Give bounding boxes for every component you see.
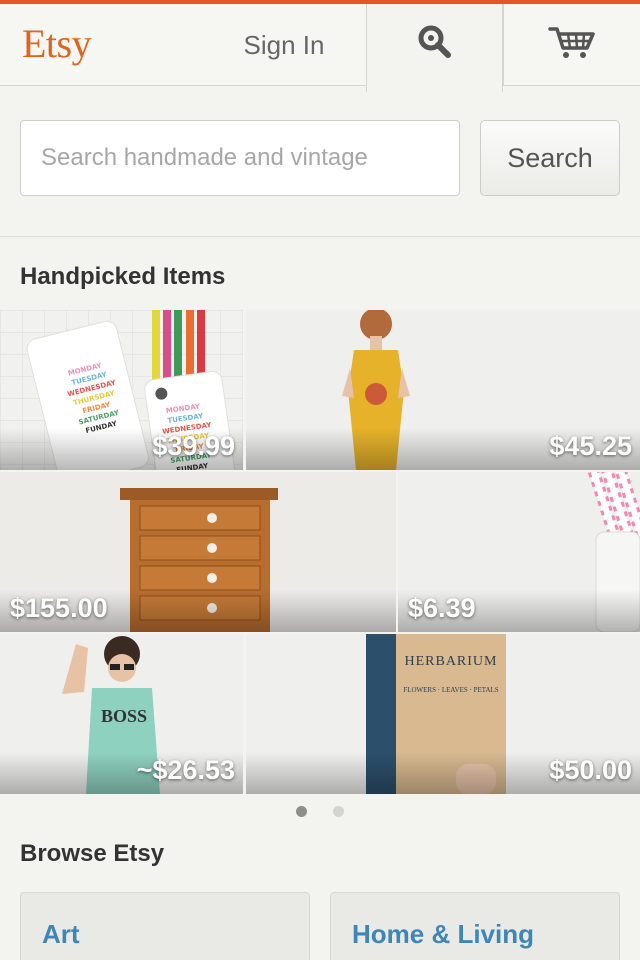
tank-top-print: BOSS: [101, 706, 148, 726]
book-title: HERBARIUM: [404, 654, 498, 669]
browse-title: Browse Etsy: [20, 840, 165, 867]
etsy-logo[interactable]: Etsy: [22, 20, 92, 67]
phone-case-weekday-list: MONDAY TUESDAY WEDNESDAY THURSDAY FRIDAY…: [67, 361, 121, 435]
cart-tab[interactable]: [503, 4, 640, 86]
cart-icon: [548, 27, 595, 58]
search-input[interactable]: [20, 120, 460, 196]
handpicked-title: Handpicked Items: [20, 263, 226, 290]
carousel-pager: [0, 806, 640, 817]
category-card-home-living[interactable]: Home & Living: [330, 892, 620, 960]
category-card-art[interactable]: Art: [20, 892, 310, 960]
sign-in-link[interactable]: Sign In: [204, 4, 364, 86]
listing-price: $45.25: [549, 431, 632, 461]
search-icon: [418, 25, 451, 58]
pager-dot-active[interactable]: [296, 806, 307, 817]
listing-price: ~$26.53: [136, 755, 235, 785]
search-bar: Search: [20, 120, 620, 196]
pager-dot[interactable]: [333, 806, 344, 817]
section-divider: [0, 236, 640, 237]
book-subtitle: FLOWERS · LEAVES · PETALS: [403, 686, 499, 694]
listing-tile[interactable]: $6.39: [398, 472, 640, 632]
category-label: Home & Living: [352, 919, 535, 949]
listing-tile[interactable]: HERBARIUM FLOWERS · LEAVES · PETALS $50.…: [246, 634, 640, 794]
category-label: Art: [42, 919, 80, 949]
search-tab[interactable]: [366, 4, 503, 92]
top-nav-bar: Etsy Sign In: [0, 4, 640, 92]
listing-price: $50.00: [549, 755, 632, 785]
listing-tile[interactable]: BOSS ~$26.53: [0, 634, 243, 794]
listing-price: $39.99: [152, 431, 235, 461]
listing-tile[interactable]: MONDAY TUESDAY WEDNESDAY THURSDAY FRIDAY…: [0, 310, 243, 470]
listing-tile[interactable]: $45.25: [246, 310, 640, 470]
listing-price: $6.39: [408, 593, 476, 623]
handpicked-grid: MONDAY TUESDAY WEDNESDAY THURSDAY FRIDAY…: [0, 310, 640, 794]
listing-tile[interactable]: $155.00: [0, 472, 396, 632]
search-button[interactable]: Search: [480, 120, 620, 196]
listing-price: $155.00: [10, 593, 108, 623]
